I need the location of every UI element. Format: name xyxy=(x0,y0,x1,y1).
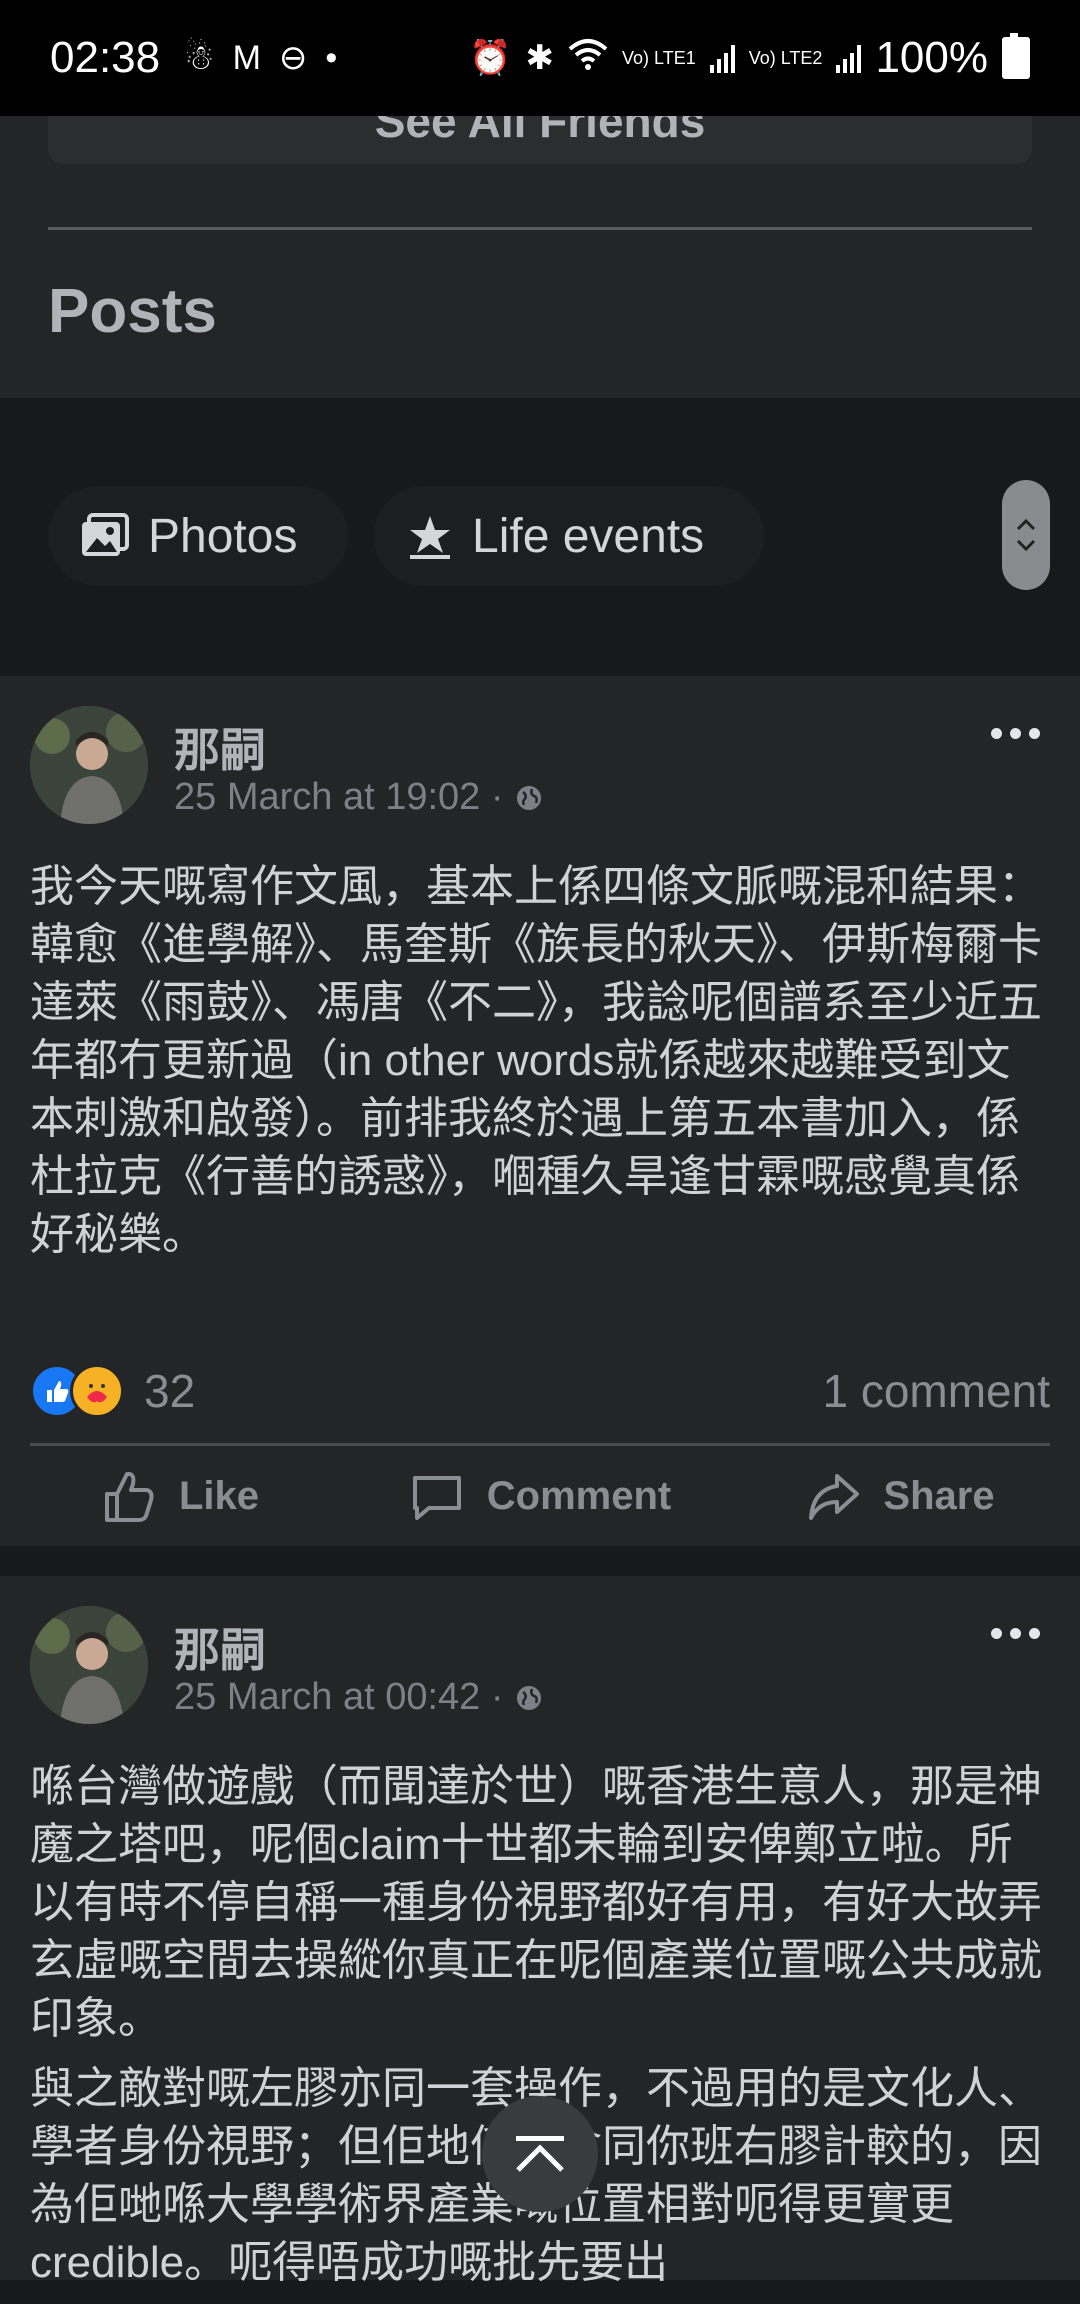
comment-icon xyxy=(412,1476,461,1520)
battery-percent: 100% xyxy=(875,33,988,82)
comment-label: Comment xyxy=(486,1473,672,1518)
share-button[interactable]: Share xyxy=(720,1468,1080,1524)
thumbs-up-icon xyxy=(104,1471,154,1522)
share-icon xyxy=(809,1474,860,1520)
care-reaction-icon xyxy=(70,1364,124,1418)
photos-filter-chip[interactable]: Photos xyxy=(48,486,348,586)
post-author[interactable]: 那嗣 xyxy=(174,1614,266,1680)
divider xyxy=(48,227,1032,230)
post-meta: 25 March at 00:42 · xyxy=(174,1676,544,1719)
post-paragraph: 喺台灣做遊戲（而聞達於世）嘅香港生意人，那是神魔之塔吧，呢個claim十世都未輪… xyxy=(30,1762,1042,2043)
alarm-icon: ⏰ xyxy=(469,39,512,77)
do-not-disturb-icon: ⊖ xyxy=(278,39,308,77)
comment-button[interactable]: Comment xyxy=(360,1468,720,1524)
post-meta: 25 March at 19:02 · xyxy=(174,776,544,819)
reactions-row: 32 1 comment xyxy=(30,1356,1050,1426)
post-text: 我今天嘅寫作文風，基本上係四條文脈嘅混和結果：韓愈《進學解》、馬奎斯《族長的秋天… xyxy=(30,858,1050,1276)
globe-icon xyxy=(516,785,541,810)
chevron-down-icon xyxy=(1016,539,1036,552)
lte1-label: Vo) LTE1 xyxy=(622,48,696,68)
like-button[interactable]: Like xyxy=(0,1468,360,1524)
life-events-filter-chip[interactable]: Life events xyxy=(374,486,764,586)
avatar[interactable] xyxy=(30,1606,148,1724)
dot-icon: • xyxy=(325,38,338,77)
comment-count[interactable]: 1 comment xyxy=(822,1364,1050,1418)
gmail-icon: M xyxy=(232,38,261,77)
status-bar: 02:38 ☃ M ⊖ • ⏰ ✱ Vo) LTE1 Vo) LTE2 100% xyxy=(0,0,1080,116)
signal-2-icon xyxy=(836,43,862,73)
scroll-to-top-button[interactable] xyxy=(482,2096,598,2212)
post-actions: Like Comment Share xyxy=(0,1446,1080,1546)
post-author[interactable]: 那嗣 xyxy=(174,714,266,780)
reaction-count[interactable]: 32 xyxy=(144,1364,195,1418)
notification-icons: ☃ M ⊖ • xyxy=(184,38,337,78)
see-all-friends-label: See All Friends xyxy=(374,116,706,147)
chevron-up-icon xyxy=(1016,518,1036,531)
scroll-top-icon xyxy=(516,2136,564,2172)
wifi-icon xyxy=(568,37,608,80)
post-card: 那嗣 25 March at 19:02 · 我今天嘅寫作文風，基本上係四條文脈… xyxy=(0,676,1080,1546)
photos-filter-label: Photos xyxy=(148,509,298,563)
life-events-filter-label: Life events xyxy=(472,509,705,563)
assistant-icon: ☃ xyxy=(184,39,215,77)
post-timestamp[interactable]: 25 March at 19:02 · xyxy=(174,776,504,819)
more-options-button[interactable] xyxy=(991,1628,1040,1639)
reaction-icons[interactable] xyxy=(30,1364,124,1418)
post-text: 喺台灣做遊戲（而聞達於世）嘅香港生意人，那是神魔之塔吧，呢個claim十世都未輪… xyxy=(30,1758,1050,2304)
lte2-label: Vo) LTE2 xyxy=(748,48,823,68)
signal-1-icon xyxy=(709,43,735,73)
avatar[interactable] xyxy=(30,706,148,824)
bluetooth-icon: ✱ xyxy=(525,39,555,77)
fast-scroll-handle[interactable] xyxy=(1002,480,1050,590)
share-label: Share xyxy=(883,1473,995,1518)
post-paragraph: 我今天嘅寫作文風，基本上係四條文脈嘅混和結果：韓愈《進學解》、馬奎斯《族長的秋天… xyxy=(30,862,1042,1259)
photos-icon xyxy=(80,513,130,559)
life-events-icon xyxy=(406,512,454,560)
posts-title: Posts xyxy=(48,277,217,346)
see-all-friends-button[interactable]: See All Friends xyxy=(48,116,1032,164)
more-options-button[interactable] xyxy=(991,728,1040,739)
filter-bar: Photos Life events xyxy=(0,398,1080,676)
system-icons: ⏰ ✱ Vo) LTE1 Vo) LTE2 100% xyxy=(469,33,1030,83)
posts-header-section: See All Friends Posts xyxy=(0,116,1080,398)
globe-icon xyxy=(516,1685,541,1710)
like-label: Like xyxy=(178,1473,260,1518)
post-timestamp[interactable]: 25 March at 00:42 · xyxy=(174,1676,504,1719)
battery-icon xyxy=(1002,33,1030,79)
status-time: 02:38 xyxy=(50,33,161,82)
